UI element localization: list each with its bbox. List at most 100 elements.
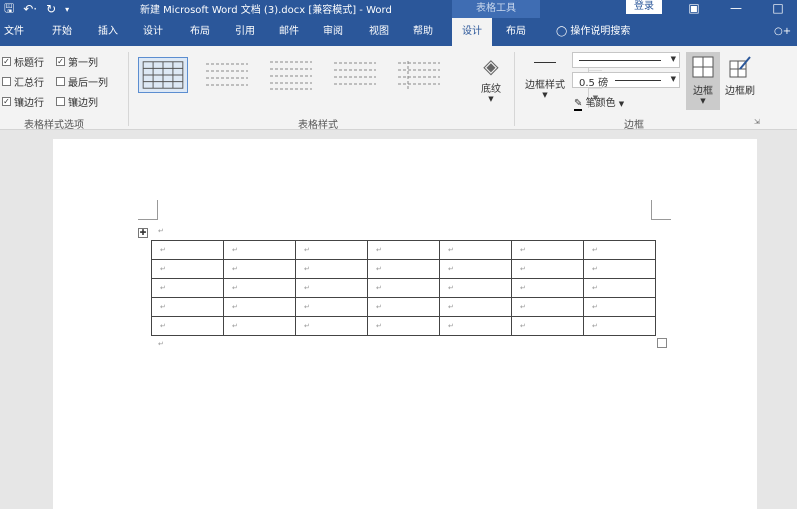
table-row: ↵ ↵ ↵ ↵ ↵ ↵ ↵ [151,297,656,317]
table-cell[interactable]: ↵ [583,259,656,279]
table-cell[interactable]: ↵ [151,316,224,336]
border-painter-label: 边框刷 [725,86,755,97]
table-cell[interactable]: ↵ [367,259,440,279]
document-table[interactable]: ↵ ↵ ↵ ↵ ↵ ↵ ↵ ↵ ↵ ↵ ↵ ↵ ↵ ↵ ↵ ↵ ↵ ↵ ↵ ↵ ↵ ↵ ↵ ↵ ↵ ↵ ↵ ↵ ↵ ↵ ↵ ↵ ↵ ↵ ↵ [151,240,656,336]
pen-color-button[interactable]: ✎ 笔颜色 ▼ [574,94,625,111]
table-cell[interactable]: ↵ [223,297,296,317]
banded-columns-checkbox[interactable]: 镶边列 [56,94,98,109]
table-cell[interactable]: ↵ [511,259,584,279]
maximize-icon[interactable]: □ [768,0,788,18]
dialog-launcher-icon[interactable]: ⇲ [754,118,760,126]
table-style-plain-icon[interactable] [394,57,444,93]
customize-qat-icon[interactable]: ▾ [65,5,69,14]
table-resize-handle-icon[interactable] [657,338,667,348]
last-column-checkbox[interactable]: 最后一列 [56,74,108,89]
checkbox-checked-icon: ✓ [2,97,11,106]
table-cell[interactable]: ↵ [295,240,368,260]
table-cell[interactable]: ↵ [223,240,296,260]
shading-label: 底纹 [481,84,501,95]
table-cell[interactable]: ↵ [295,278,368,298]
banded-columns-label: 镶边列 [68,98,98,109]
border-painter-button[interactable]: 边框刷 [722,52,758,97]
line-style-dropdown[interactable]: ▼ [572,52,680,68]
table-cell[interactable]: ↵ [511,278,584,298]
tab-table-design[interactable]: 设计 [452,18,492,46]
border-styles-button[interactable]: 边框样式 ▼ [522,54,568,99]
table-style-plain-icon[interactable] [266,57,316,93]
header-row-checkbox[interactable]: ✓ 标题行 [2,54,44,69]
table-cell[interactable]: ↵ [295,316,368,336]
table-cell[interactable]: ↵ [439,297,512,317]
table-cell[interactable]: ↵ [367,278,440,298]
borders-grid-icon [692,56,714,78]
login-button[interactable]: 登录 [626,0,662,14]
tab-help[interactable]: 帮助 [413,18,433,46]
line-weight-preview [615,80,661,81]
tab-file[interactable]: 文件 [4,18,24,46]
tab-view[interactable]: 视图 [369,18,389,46]
tab-table-layout[interactable]: 布局 [506,18,526,46]
first-column-label: 第一列 [68,58,98,69]
table-cell[interactable]: ↵ [511,316,584,336]
margin-corner-top-right [651,200,671,220]
minimize-icon[interactable]: — [726,0,746,18]
tab-design[interactable]: 设计 [143,18,163,46]
ribbon-display-icon[interactable]: ▣ [684,0,704,18]
table-cell[interactable]: ↵ [151,297,224,317]
table-style-plain-icon[interactable] [330,57,380,93]
table-cell[interactable]: ↵ [583,278,656,298]
borders-button[interactable]: 边框 ▼ [686,52,720,110]
quick-access-toolbar: 🖫 ↶· ↻ ▾ [4,0,69,18]
first-column-checkbox[interactable]: ✓ 第一列 [56,54,98,69]
table-cell[interactable]: ↵ [439,259,512,279]
table-style-plain-icon[interactable] [202,57,252,93]
total-row-label: 汇总行 [14,78,44,89]
save-icon[interactable]: 🖫 [4,0,14,20]
total-row-checkbox[interactable]: 汇总行 [2,74,44,89]
table-cell[interactable]: ↵ [295,297,368,317]
tab-references[interactable]: 引用 [235,18,255,46]
tab-mailings[interactable]: 邮件 [279,18,299,46]
table-cell[interactable]: ↵ [367,316,440,336]
border-styles-label: 边框样式 [525,80,565,91]
banded-rows-checkbox[interactable]: ✓ 镶边行 [2,94,44,109]
table-cell[interactable]: ↵ [583,240,656,260]
table-cell[interactable]: ↵ [151,259,224,279]
table-cell[interactable]: ↵ [223,316,296,336]
table-cell[interactable]: ↵ [295,259,368,279]
table-cell[interactable]: ↵ [223,259,296,279]
table-cell[interactable]: ↵ [583,316,656,336]
tab-insert[interactable]: 插入 [98,18,118,46]
table-move-handle-icon[interactable]: ✚ [138,228,148,238]
tab-review[interactable]: 审阅 [323,18,343,46]
shading-button[interactable]: ◈ 底纹 ▼ [474,52,508,103]
table-style-grid-icon[interactable] [138,57,188,93]
table-cell[interactable]: ↵ [511,240,584,260]
table-styles-gallery: ▲ ▼ ▼ [134,53,602,108]
window-title: 新建 Microsoft Word 文档 (3).docx [兼容模式] - W… [140,5,392,16]
tab-home[interactable]: 开始 [52,18,72,46]
line-weight-dropdown[interactable]: 0.5 磅 ▼ [572,72,680,89]
table-cell[interactable]: ↵ [367,297,440,317]
table-cell[interactable]: ↵ [151,278,224,298]
table-cell[interactable]: ↵ [439,278,512,298]
table-cell[interactable]: ↵ [151,240,224,260]
table-row: ↵ ↵ ↵ ↵ ↵ ↵ ↵ [151,240,656,260]
share-icon[interactable]: ○+ [774,18,791,46]
redo-icon[interactable]: ↻ [46,2,56,16]
table-cell[interactable]: ↵ [583,297,656,317]
tell-me-search[interactable]: ◯ 操作说明搜索 [556,18,630,46]
table-cell[interactable]: ↵ [511,297,584,317]
line-weight-value: 0.5 磅 [579,78,609,89]
paragraph-mark: ↵ [158,227,164,235]
table-cell[interactable]: ↵ [223,278,296,298]
chevron-down-icon: ▼ [618,100,625,108]
border-painter-icon [729,56,751,78]
undo-icon[interactable]: ↶· [23,2,37,16]
tell-me-label: 操作说明搜索 [570,26,631,37]
borders-label: 边框 [693,86,713,97]
table-cell[interactable]: ↵ [367,240,440,260]
table-cell[interactable]: ↵ [439,240,512,260]
table-cell[interactable]: ↵ [439,316,512,336]
tab-layout[interactable]: 布局 [190,18,210,46]
